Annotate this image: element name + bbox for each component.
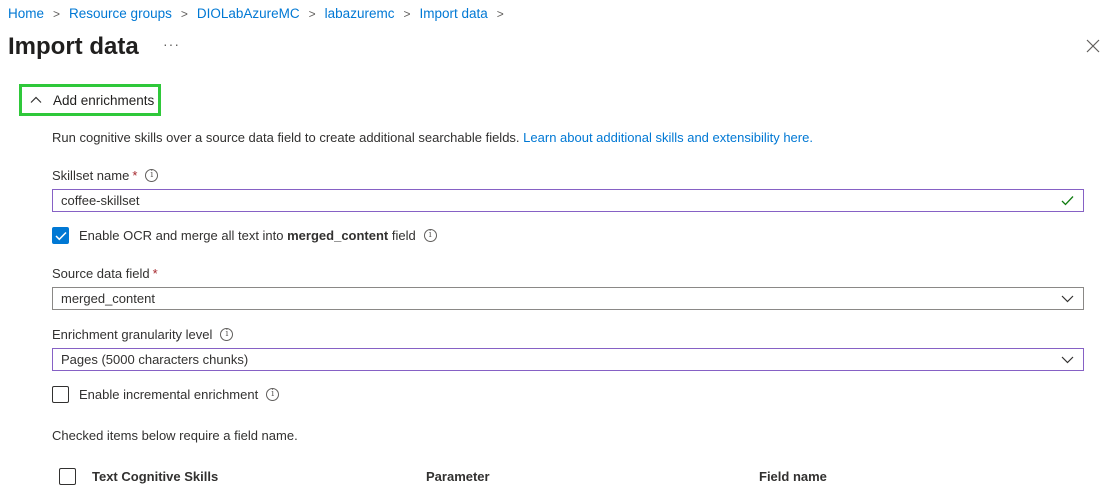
breadcrumb-separator: > bbox=[53, 6, 61, 21]
ocr-checkbox-row: Enable OCR and merge all text into merge… bbox=[52, 227, 437, 244]
skillset-name-value: coffee-skillset bbox=[61, 193, 140, 208]
ocr-label-pre: Enable OCR and merge all text into bbox=[79, 228, 284, 243]
breadcrumb-separator: > bbox=[496, 6, 504, 21]
skillset-name-label: Skillset name * i bbox=[52, 168, 159, 183]
breadcrumb-separator: > bbox=[403, 6, 411, 21]
breadcrumb-import-data[interactable]: Import data bbox=[419, 6, 487, 21]
description-text: Run cognitive skills over a source data … bbox=[52, 130, 520, 145]
field-name-note: Checked items below require a field name… bbox=[52, 428, 298, 443]
breadcrumb-search-service[interactable]: labazuremc bbox=[325, 6, 395, 21]
incremental-checkbox[interactable] bbox=[52, 386, 69, 403]
breadcrumb: Home > Resource groups > DIOLabAzureMC >… bbox=[8, 6, 513, 21]
info-icon[interactable]: i bbox=[220, 328, 234, 341]
required-marker: * bbox=[132, 168, 138, 183]
chevron-down-icon bbox=[1061, 295, 1074, 303]
breadcrumb-separator: > bbox=[180, 6, 188, 21]
granularity-label: Enrichment granularity level i bbox=[52, 327, 234, 342]
info-icon[interactable]: i bbox=[145, 169, 159, 182]
add-enrichments-expander[interactable]: Add enrichments bbox=[19, 84, 161, 116]
enrichments-description: Run cognitive skills over a source data … bbox=[52, 130, 813, 145]
breadcrumb-separator: > bbox=[308, 6, 316, 21]
breadcrumb-resource-groups[interactable]: Resource groups bbox=[69, 6, 172, 21]
source-data-value: merged_content bbox=[61, 291, 155, 306]
close-icon[interactable] bbox=[1085, 38, 1101, 54]
required-marker: * bbox=[152, 266, 158, 281]
page-title: Import data bbox=[8, 33, 139, 60]
granularity-label-text: Enrichment granularity level bbox=[52, 327, 213, 342]
chevron-up-icon bbox=[30, 96, 42, 103]
chevron-down-icon bbox=[1061, 356, 1074, 364]
checkmark-icon bbox=[1061, 196, 1074, 206]
skillset-name-input[interactable]: coffee-skillset bbox=[52, 189, 1084, 212]
info-icon[interactable]: i bbox=[423, 229, 437, 242]
column-header-field-name: Field name bbox=[759, 469, 827, 484]
info-icon[interactable]: i bbox=[266, 388, 280, 401]
breadcrumb-resource-group[interactable]: DIOLabAzureMC bbox=[197, 6, 300, 21]
ocr-checkbox[interactable] bbox=[52, 227, 69, 244]
skillset-label-text: Skillset name bbox=[52, 168, 130, 183]
select-all-skills-checkbox[interactable] bbox=[59, 468, 76, 485]
learn-more-link[interactable]: Learn about additional skills and extens… bbox=[523, 130, 813, 145]
checkmark-icon bbox=[54, 231, 67, 240]
breadcrumb-home[interactable]: Home bbox=[8, 6, 44, 21]
incremental-label: Enable incremental enrichment bbox=[79, 387, 259, 402]
expander-label: Add enrichments bbox=[53, 92, 155, 108]
granularity-value: Pages (5000 characters chunks) bbox=[61, 352, 249, 367]
more-icon[interactable]: ··· bbox=[163, 36, 180, 52]
ocr-label-field: merged_content bbox=[287, 228, 389, 243]
source-data-field-label: Source data field * bbox=[52, 266, 158, 281]
source-data-field-dropdown[interactable]: merged_content bbox=[52, 287, 1084, 310]
granularity-dropdown[interactable]: Pages (5000 characters chunks) bbox=[52, 348, 1084, 371]
incremental-checkbox-row: Enable incremental enrichment i bbox=[52, 386, 280, 403]
column-header-skills: Text Cognitive Skills bbox=[92, 469, 219, 484]
ocr-label-post: field bbox=[391, 228, 416, 243]
column-header-parameter: Parameter bbox=[426, 469, 490, 484]
source-label-text: Source data field bbox=[52, 266, 150, 281]
